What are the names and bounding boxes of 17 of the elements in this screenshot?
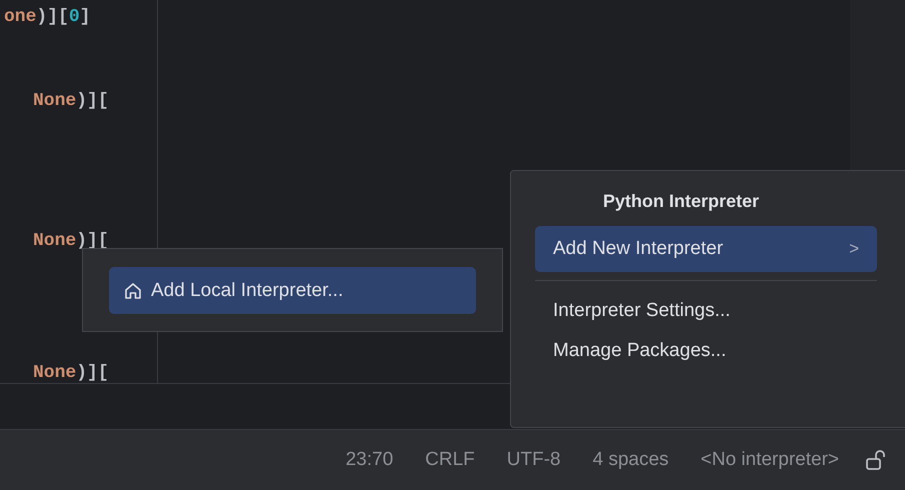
submenu-arrow: >	[849, 239, 859, 259]
status-item[interactable]: CRLF	[409, 449, 491, 471]
menu-item[interactable]: Add New Interpreter >	[535, 226, 877, 272]
unlocked-lock-icon[interactable]	[865, 449, 887, 471]
home-icon	[123, 280, 143, 300]
menu-item[interactable]: Interpreter Settings...	[535, 291, 877, 331]
status-item[interactable]: 4 spaces	[576, 449, 685, 471]
menu-item[interactable]: Add Local Interpreter...	[109, 267, 476, 314]
code-line: None)][	[33, 90, 109, 113]
code-line: None)][	[33, 362, 109, 385]
status-item[interactable]: <No interpreter>	[684, 449, 855, 471]
code-line: None)][	[33, 230, 109, 253]
code-line: one)][0]	[4, 6, 90, 29]
status-item[interactable]: UTF-8	[490, 449, 577, 471]
status-item[interactable]: 23:70	[330, 449, 410, 471]
menu-item[interactable]: Manage Packages...	[535, 331, 877, 371]
popup-title: Python Interpreter	[603, 191, 760, 212]
